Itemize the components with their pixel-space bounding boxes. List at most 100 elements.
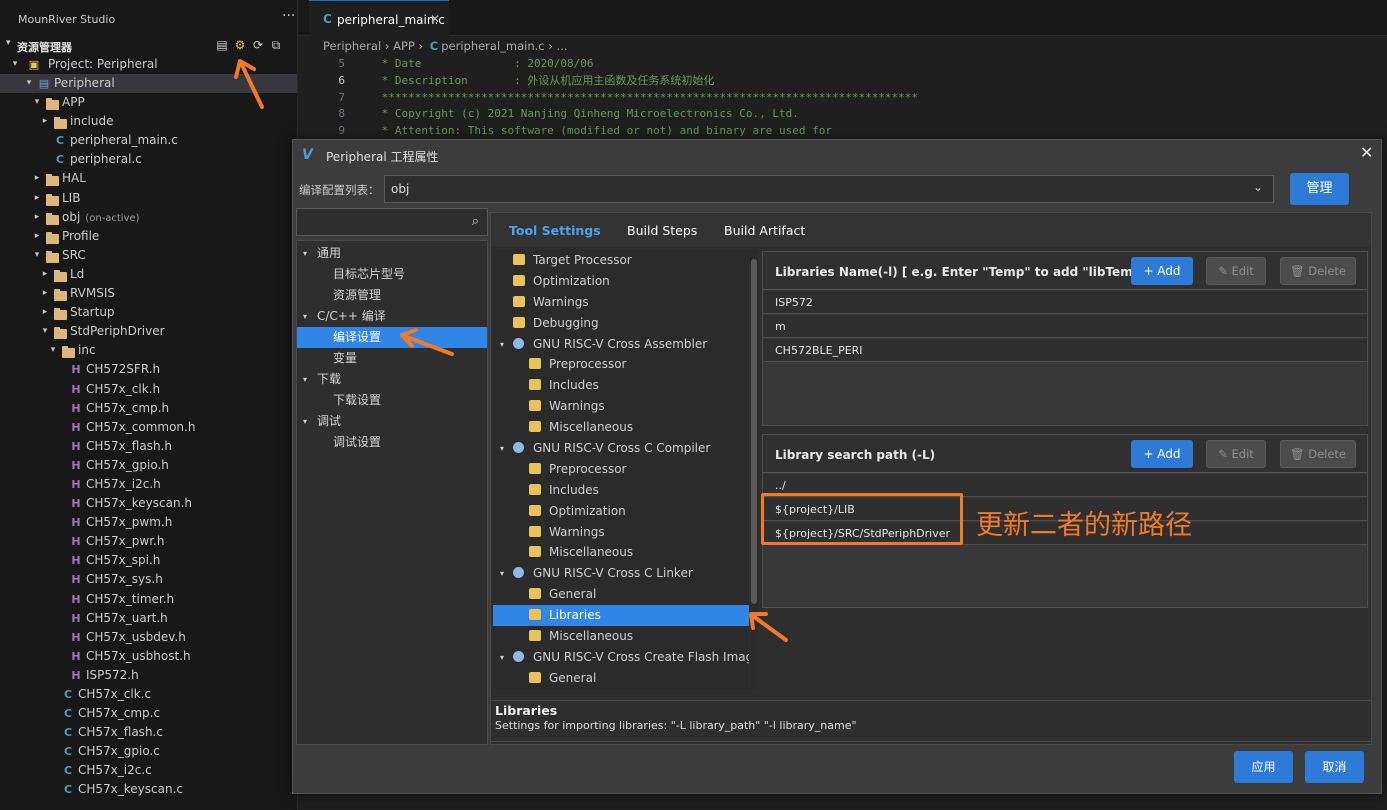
tree-file-row[interactable]: C CH57x_flash.c [0, 723, 297, 742]
tab-build-steps[interactable]: Build Steps [627, 223, 697, 238]
more-actions-icon[interactable]: ··· [282, 8, 295, 24]
config-list-label: 编译配置列表： [299, 183, 380, 197]
close-icon[interactable]: ✕ [1360, 143, 1373, 162]
tree-folder-row[interactable]: ▸ Startup [0, 303, 297, 322]
tree-folder-row[interactable]: ▸ HAL [0, 169, 297, 188]
library-row[interactable]: CH572BLE_PERI [763, 339, 1367, 362]
tool-option[interactable]: Libraries [493, 605, 749, 627]
add-path-button[interactable]: + Add [1131, 440, 1193, 468]
tree-file-row[interactable]: H CH57x_usbhost.h [0, 647, 297, 666]
tab-tool-settings[interactable]: Tool Settings [495, 213, 615, 247]
tool-option[interactable]: Preprocessor [493, 354, 749, 375]
tree-file-row[interactable]: C CH57x_gpio.c [0, 742, 297, 761]
project-properties-icon[interactable]: ⚙ [233, 38, 247, 52]
tree-file-row[interactable]: H CH57x_gpio.h [0, 456, 297, 475]
description-text: Settings for importing libraries: "-L li… [495, 719, 857, 732]
tree-folder-row[interactable]: ▸ Profile [0, 227, 297, 246]
tool-option[interactable]: Optimization [493, 501, 749, 522]
settings-nav-group[interactable]: ▾ C/C++ 编译 [297, 306, 487, 327]
tool-option[interactable]: General [493, 584, 749, 605]
settings-nav-item[interactable]: 调试设置 [297, 432, 487, 453]
tree-file-row[interactable]: H CH57x_uart.h [0, 609, 297, 628]
breadcrumb-item[interactable]: Peripheral [323, 39, 381, 53]
tree-folder-row[interactable]: ▾ SRC [0, 246, 297, 265]
tool-group[interactable]: ▾ GNU RISC-V Cross C Linker [493, 563, 749, 584]
tool-option[interactable]: Miscellaneous [493, 542, 749, 563]
tree-file-row[interactable]: H CH57x_pwm.h [0, 513, 297, 532]
tool-option[interactable]: Warnings [493, 292, 749, 313]
tool-group[interactable]: ▾ GNU RISC-V Cross Create Flash Image [493, 647, 749, 668]
new-file-icon[interactable]: ▤ [215, 38, 229, 52]
tree-file-row[interactable]: H CH572SFR.h [0, 360, 297, 379]
tool-group[interactable]: ▾ GNU RISC-V Cross C Compiler [493, 438, 749, 459]
refresh-icon[interactable]: ⟳ [251, 38, 265, 52]
tool-option[interactable]: Miscellaneous [493, 626, 749, 647]
tool-option[interactable]: Debugging [493, 313, 749, 334]
tree-folder-row[interactable]: ▸ RVMSIS [0, 284, 297, 303]
delete-library-button[interactable]: 🗑 Delete [1280, 257, 1356, 285]
edit-library-button[interactable]: ✎ Edit [1206, 257, 1266, 285]
tree-file-row[interactable]: H CH57x_i2c.h [0, 475, 297, 494]
tree-file-row[interactable]: H CH57x_cmp.h [0, 399, 297, 418]
tree-file-row[interactable]: C CH57x_clk.c [0, 685, 297, 704]
tool-group[interactable]: ▾ GNU RISC-V Cross Assembler [493, 334, 749, 355]
tool-option[interactable]: Target Processor [493, 250, 749, 271]
code-view[interactable]: 5 * Date : 2020/08/06 6 * Description : 外… [299, 55, 1387, 139]
settings-nav-item[interactable]: 下载设置 [297, 390, 487, 411]
tree-file-row[interactable]: Cperipheral_main.c [0, 131, 297, 150]
scrollbar-thumb[interactable] [751, 259, 757, 604]
tree-folder-row[interactable]: ▸ Ld [0, 265, 297, 284]
collapse-all-icon[interactable]: ⧉ [269, 38, 283, 52]
tool-option[interactable]: Warnings [493, 522, 749, 543]
tree-file-row[interactable]: H CH57x_usbdev.h [0, 628, 297, 647]
tree-folder-row[interactable]: ▸ LIB [0, 189, 297, 208]
settings-nav-item[interactable]: 目标芯片型号 [297, 264, 487, 285]
tree-file-row[interactable]: H CH57x_keyscan.h [0, 494, 297, 513]
tree-file-row[interactable]: H CH57x_pwr.h [0, 532, 297, 551]
tree-file-row[interactable]: H CH57x_timer.h [0, 590, 297, 609]
breadcrumb-item[interactable]: peripheral_main.c [441, 39, 544, 53]
library-row[interactable]: m [763, 315, 1367, 338]
breadcrumb-item[interactable]: APP [393, 39, 415, 53]
tool-option[interactable]: Preprocessor [493, 459, 749, 480]
settings-nav-item[interactable]: 资源管理 [297, 285, 487, 306]
editor-tab[interactable]: C peripheral_main.c ✕ [309, 0, 449, 36]
tool-option[interactable]: Optimization [493, 271, 749, 292]
settings-nav-group[interactable]: ▾ 下载 [297, 369, 487, 390]
settings-search-input[interactable]: ⌕ [296, 208, 488, 236]
tree-folder-row[interactable]: ▸ include [0, 112, 297, 131]
tree-file-row[interactable]: H CH57x_common.h [0, 418, 297, 437]
tree-folder-row[interactable]: ▸ obj (on-active) [0, 208, 297, 227]
tree-file-row[interactable]: C CH57x_cmp.c [0, 704, 297, 723]
tab-build-artifact[interactable]: Build Artifact [724, 223, 805, 238]
tree-file-row[interactable]: H CH57x_spi.h [0, 551, 297, 570]
tree-file-row[interactable]: Cperipheral.c [0, 150, 297, 169]
breadcrumb-item[interactable]: ... [557, 39, 568, 53]
tree-file-row[interactable]: H CH57x_clk.h [0, 380, 297, 399]
manage-button[interactable]: 管理 [1290, 173, 1349, 205]
tool-option[interactable]: Includes [493, 480, 749, 501]
cancel-button[interactable]: 取消 [1305, 751, 1364, 783]
library-row[interactable]: ISP572 [763, 291, 1367, 314]
tool-option[interactable]: General [493, 668, 749, 689]
add-library-button[interactable]: + Add [1131, 257, 1193, 285]
settings-nav-group[interactable]: ▾ 调试 [297, 411, 487, 432]
tree-folder-row[interactable]: ▾ StdPeriphDriver [0, 322, 297, 341]
tool-option[interactable]: Warnings [493, 396, 749, 417]
tree-file-row[interactable]: H ISP572.h [0, 666, 297, 685]
config-select[interactable]: obj ⌄ [384, 175, 1274, 203]
delete-path-button[interactable]: 🗑 Delete [1280, 440, 1356, 468]
tool-option[interactable]: Miscellaneous [493, 417, 749, 438]
tool-option[interactable]: Includes [493, 375, 749, 396]
tree-file-row[interactable]: H CH57x_sys.h [0, 570, 297, 589]
tree-folder-row[interactable]: ▾ inc [0, 341, 297, 360]
close-icon[interactable]: ✕ [430, 12, 440, 26]
edit-path-button[interactable]: ✎ Edit [1206, 440, 1266, 468]
tree-file-row[interactable]: H CH57x_flash.h [0, 437, 297, 456]
tree-file-row[interactable]: C CH57x_keyscan.c [0, 780, 297, 799]
apply-button[interactable]: 应用 [1234, 751, 1293, 783]
settings-nav-label: 调试 [317, 414, 342, 428]
tree-file-row[interactable]: C CH57x_i2c.c [0, 761, 297, 780]
chevron-down-icon: ▾ [34, 97, 40, 108]
settings-nav-group[interactable]: ▾ 通用 [297, 243, 487, 264]
